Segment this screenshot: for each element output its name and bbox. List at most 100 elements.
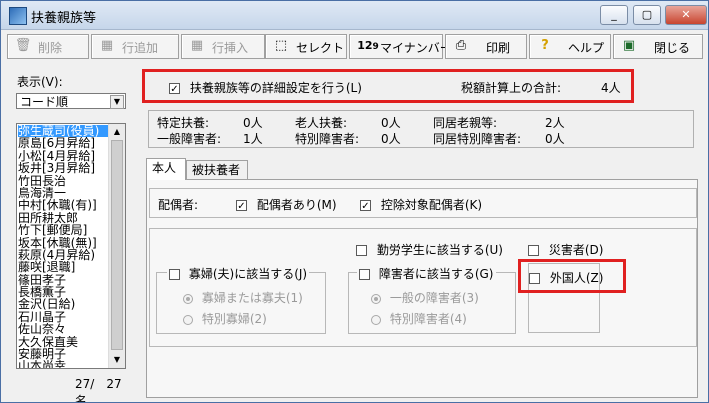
printer-icon: ⎙ xyxy=(455,38,467,53)
detail-setting-checkbox-wrap[interactable]: ✓ 扶養親族等の詳細設定を行う(L) xyxy=(169,79,362,96)
dependents-summary: 特定扶養: 0人 老人扶養: 0人 同居老親等: 2人 一般障害者: 1人 特別… xyxy=(148,110,694,148)
employee-list-item[interactable]: 大久保直美 xyxy=(18,336,110,348)
spouse-present-label: 配偶者あり(M) xyxy=(256,198,337,212)
summary-label: 特定扶養: xyxy=(157,116,210,130)
exit-door-icon: ▣ xyxy=(622,38,636,53)
add-row-label: 行追加 xyxy=(122,41,159,55)
tax-total-value: 4人 xyxy=(601,81,621,95)
widow-group: 寡婦(夫)に該当する(J) 寡婦または寡夫(1) 特別寡婦(2) xyxy=(156,265,326,334)
employee-list-item[interactable]: 萩原(4月昇給) xyxy=(18,249,110,261)
widow-special-wrap[interactable]: 特別寡婦(2) xyxy=(183,310,267,327)
scroll-down-icon[interactable]: ▼ xyxy=(110,353,124,367)
detail-setting-highlight: ✓ 扶養親族等の詳細設定を行う(L) 税額計算上の合計: 4人 xyxy=(142,69,634,103)
disabled-special-radio[interactable] xyxy=(371,314,381,325)
select-button[interactable]: ⬚ セレクト xyxy=(265,34,347,59)
employee-list-item[interactable]: 竹下[郵便局] xyxy=(18,224,110,236)
widow-label: 寡婦(夫)に該当する(J) xyxy=(188,267,308,281)
scroll-thumb[interactable] xyxy=(111,140,123,350)
my-number-icon: 129 xyxy=(357,39,379,52)
insert-table-icon: ▦ xyxy=(190,38,204,53)
summary-value: 2人 xyxy=(545,116,565,130)
close-window-button[interactable]: ✕ xyxy=(665,5,707,25)
spouse-deduction-wrap[interactable]: ✓ 控除対象配偶者(K) xyxy=(360,196,482,213)
foreigner-wrap[interactable]: 外国人(Z) xyxy=(529,269,603,286)
employee-list-item[interactable]: 石川晶子 xyxy=(18,311,110,323)
working-student-label: 勤労学生に該当する(U) xyxy=(376,243,503,257)
detail-setting-label: 扶養親族等の詳細設定を行う(L) xyxy=(189,81,362,95)
employee-list-item[interactable]: 長橋薫子 xyxy=(18,286,110,298)
disabled-general-label: 一般の障害者(3) xyxy=(389,291,479,305)
my-number-button[interactable]: 129 マイナンバー xyxy=(349,34,452,59)
select-cursor-icon: ⬚ xyxy=(274,38,288,53)
employee-list-item[interactable]: 田所耕太郎 xyxy=(18,212,110,224)
minimize-button[interactable]: _ xyxy=(600,5,628,25)
disabled-wrap[interactable]: 障害者に該当する(G) xyxy=(357,265,496,282)
insert-row-label: 行挿入 xyxy=(212,41,249,55)
summary-label: 老人扶養: xyxy=(295,116,348,130)
spouse-present-checkbox[interactable]: ✓ xyxy=(236,200,247,212)
employee-list-item[interactable]: 坂井[3月昇給] xyxy=(18,162,110,174)
employee-list-item[interactable]: 坂本[休職(無)] xyxy=(18,237,110,249)
employee-list-item[interactable]: 佐山奈々 xyxy=(18,323,110,335)
employee-list-item[interactable]: 金沢(日給) xyxy=(18,298,110,310)
working-student-wrap[interactable]: 勤労学生に該当する(U) xyxy=(356,241,503,258)
disabled-general-radio[interactable] xyxy=(371,293,381,304)
tab-self[interactable]: 本人 xyxy=(146,158,186,180)
employee-list-item[interactable]: 安藤明子 xyxy=(18,348,110,360)
close-label: 閉じる xyxy=(654,41,691,55)
my-number-label: マイナンバー xyxy=(380,41,452,55)
working-student-checkbox[interactable] xyxy=(356,245,367,256)
employee-list-item[interactable]: 篠田孝子 xyxy=(18,274,110,286)
maximize-button[interactable]: ▢ xyxy=(633,5,661,25)
scroll-up-icon[interactable]: ▲ xyxy=(110,125,124,139)
employee-list-item[interactable]: 小松[4月昇給] xyxy=(18,150,110,162)
disabled-general-wrap[interactable]: 一般の障害者(3) xyxy=(371,289,479,306)
employee-list-item[interactable]: 原島[6月昇給] xyxy=(18,137,110,149)
delete-button[interactable]: 🗑 削除 xyxy=(7,34,89,59)
foreigner-checkbox[interactable] xyxy=(529,273,540,284)
insert-row-button[interactable]: ▦ 行挿入 xyxy=(181,34,265,59)
toolbar: 🗑 削除 ▦ 行追加 ▦ 行挿入 ⬚ セレクト 129 マイナンバー ⎙ 印刷 … xyxy=(1,30,708,62)
spouse-deduction-label: 控除対象配偶者(K) xyxy=(380,198,483,212)
tab-dependents[interactable]: 被扶養者 xyxy=(186,160,248,179)
list-scrollbar[interactable]: ▲ ▼ xyxy=(108,124,125,368)
employee-list-item[interactable]: 山本尚幸 xyxy=(18,360,110,368)
close-button[interactable]: ▣ 閉じる xyxy=(613,34,703,59)
detail-setting-checkbox[interactable]: ✓ xyxy=(169,83,180,95)
summary-label: 一般障害者: xyxy=(157,132,222,146)
app-window: 扶養親族等 _ ▢ ✕ 🗑 削除 ▦ 行追加 ▦ 行挿入 ⬚ セレクト 129 … xyxy=(0,0,709,403)
employee-count: 27/ 27名 xyxy=(75,377,122,403)
employee-list-item[interactable]: 藤咲[退職] xyxy=(18,261,110,273)
widow-special-radio[interactable] xyxy=(183,314,193,325)
employee-panel: 表示(V): コード順 ▼ 弥生蔵司(役員) 原島[6月昇給] 小松[4月昇給] 坂井… xyxy=(1,63,133,402)
delete-label: 削除 xyxy=(38,41,63,55)
chevron-down-icon[interactable]: ▼ xyxy=(110,95,124,109)
disaster-victim-checkbox[interactable] xyxy=(528,245,539,256)
foreigner-highlight: 外国人(Z) xyxy=(518,259,626,293)
help-button[interactable]: ? ヘルプ xyxy=(529,34,611,59)
employee-list-items: 弥生蔵司(役員) 原島[6月昇給] 小松[4月昇給] 坂井[3月昇給] 竹田長治 鳥海清一… xyxy=(18,125,125,368)
disabled-special-wrap[interactable]: 特別障害者(4) xyxy=(371,310,467,327)
summary-value: 0人 xyxy=(545,132,565,146)
add-row-button[interactable]: ▦ 行追加 xyxy=(91,34,179,59)
print-button[interactable]: ⎙ 印刷 xyxy=(445,34,527,59)
sort-select[interactable]: コード順 ▼ xyxy=(16,93,126,109)
trash-icon: 🗑 xyxy=(14,38,32,53)
help-label: ヘルプ xyxy=(568,41,605,55)
employee-list[interactable]: 弥生蔵司(役員) 原島[6月昇給] 小松[4月昇給] 坂井[3月昇給] 竹田長治 鳥海清一… xyxy=(16,123,126,369)
employee-list-item[interactable]: 鳥海清一 xyxy=(18,187,110,199)
disabled-checkbox[interactable] xyxy=(359,269,370,280)
widow-checkbox[interactable] xyxy=(169,269,180,280)
disaster-victim-wrap[interactable]: 災害者(D) xyxy=(528,241,603,258)
widow-wrap[interactable]: 寡婦(夫)に該当する(J) xyxy=(167,265,310,282)
summary-value: 1人 xyxy=(243,132,263,146)
widow-general-radio[interactable] xyxy=(183,293,193,304)
spouse-deduction-checkbox[interactable]: ✓ xyxy=(360,200,371,212)
tax-total-label: 税額計算上の合計: xyxy=(461,81,562,95)
employee-list-item[interactable]: 竹田長治 xyxy=(18,175,110,187)
spouse-present-wrap[interactable]: ✓ 配偶者あり(M) xyxy=(236,196,337,213)
widow-general-wrap[interactable]: 寡婦または寡夫(1) xyxy=(183,289,303,306)
employee-list-item[interactable]: 中村[休職(有)] xyxy=(18,199,110,211)
summary-label: 同居老親等: xyxy=(433,116,498,130)
select-label: セレクト xyxy=(296,41,345,55)
